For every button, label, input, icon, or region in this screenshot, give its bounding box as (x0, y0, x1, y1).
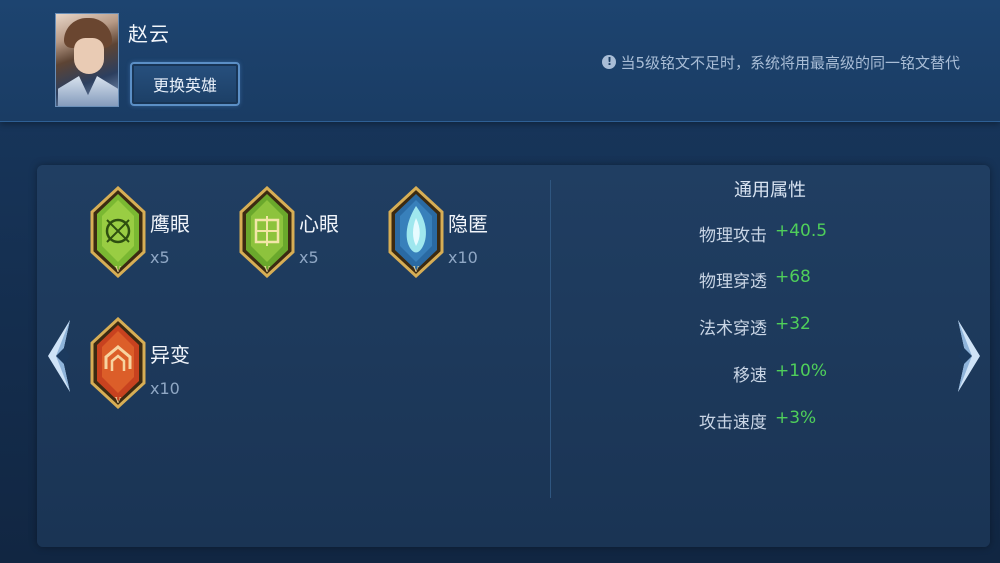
attribute-row: 法术穿透 +32 (600, 314, 900, 342)
attribute-value: +40.5 (775, 221, 828, 241)
mutation-rune-icon: V (90, 317, 146, 409)
rune-name: 异变 (150, 343, 190, 367)
notice-text: 当5级铭文不足时，系统将用最高级的同一铭文替代 (620, 53, 960, 72)
rune-item-hawk-eye[interactable]: V 鹰眼 x5 (90, 186, 240, 286)
info-icon: ! (602, 55, 617, 69)
rune-item-mutation[interactable]: V 异变 x10 (90, 317, 240, 417)
attribute-label: 物理攻击 (699, 226, 767, 246)
next-page-arrow-icon[interactable] (948, 316, 988, 396)
svg-text:V: V (114, 396, 121, 405)
attribute-row: 移速 +10% (600, 361, 900, 389)
rune-count: x10 (150, 379, 180, 398)
svg-text:V: V (114, 265, 121, 274)
attribute-row: 物理攻击 +40.5 (600, 221, 900, 249)
heart-eye-rune-icon: V (239, 186, 295, 278)
attribute-value: +68 (775, 267, 811, 287)
rune-count: x5 (299, 248, 319, 267)
stealth-rune-icon: V (388, 186, 444, 278)
attribute-value: +32 (775, 314, 811, 334)
attribute-value: +10% (775, 361, 828, 381)
avatar-collar (58, 76, 118, 106)
attribute-value: +3% (775, 408, 817, 428)
rune-count: x5 (150, 248, 170, 267)
hawk-eye-rune-icon: V (90, 186, 146, 278)
attribute-label: 移速 (733, 366, 767, 386)
rune-item-heart-eye[interactable]: V 心眼 x5 (239, 186, 389, 286)
rune-item-stealth[interactable]: V 隐匿 x10 (388, 186, 538, 286)
rune-name: 心眼 (299, 212, 339, 236)
panel-divider (550, 180, 551, 498)
prev-page-arrow-icon[interactable] (40, 316, 80, 396)
attribute-label: 法术穿透 (699, 319, 767, 339)
hero-avatar (55, 13, 119, 107)
hero-name: 赵云 (128, 22, 170, 46)
rune-count: x10 (448, 248, 478, 267)
attribute-label: 物理穿透 (699, 272, 767, 292)
svg-text:V: V (263, 265, 270, 274)
attribute-row: 攻击速度 +3% (600, 408, 900, 436)
change-hero-button[interactable]: 更换英雄 (130, 62, 240, 106)
svg-text:V: V (412, 265, 419, 274)
attribute-row: 物理穿透 +68 (600, 267, 900, 295)
rune-notice: ! 当5级铭文不足时，系统将用最高级的同一铭文替代 (602, 50, 960, 74)
header-bar: 赵云 更换英雄 ! 当5级铭文不足时，系统将用最高级的同一铭文替代 (0, 0, 1000, 122)
attribute-label: 攻击速度 (699, 413, 767, 433)
attributes-title: 通用属性 (734, 180, 806, 201)
avatar-face (74, 38, 104, 74)
rune-name: 隐匿 (448, 212, 488, 236)
rune-name: 鹰眼 (150, 212, 190, 236)
